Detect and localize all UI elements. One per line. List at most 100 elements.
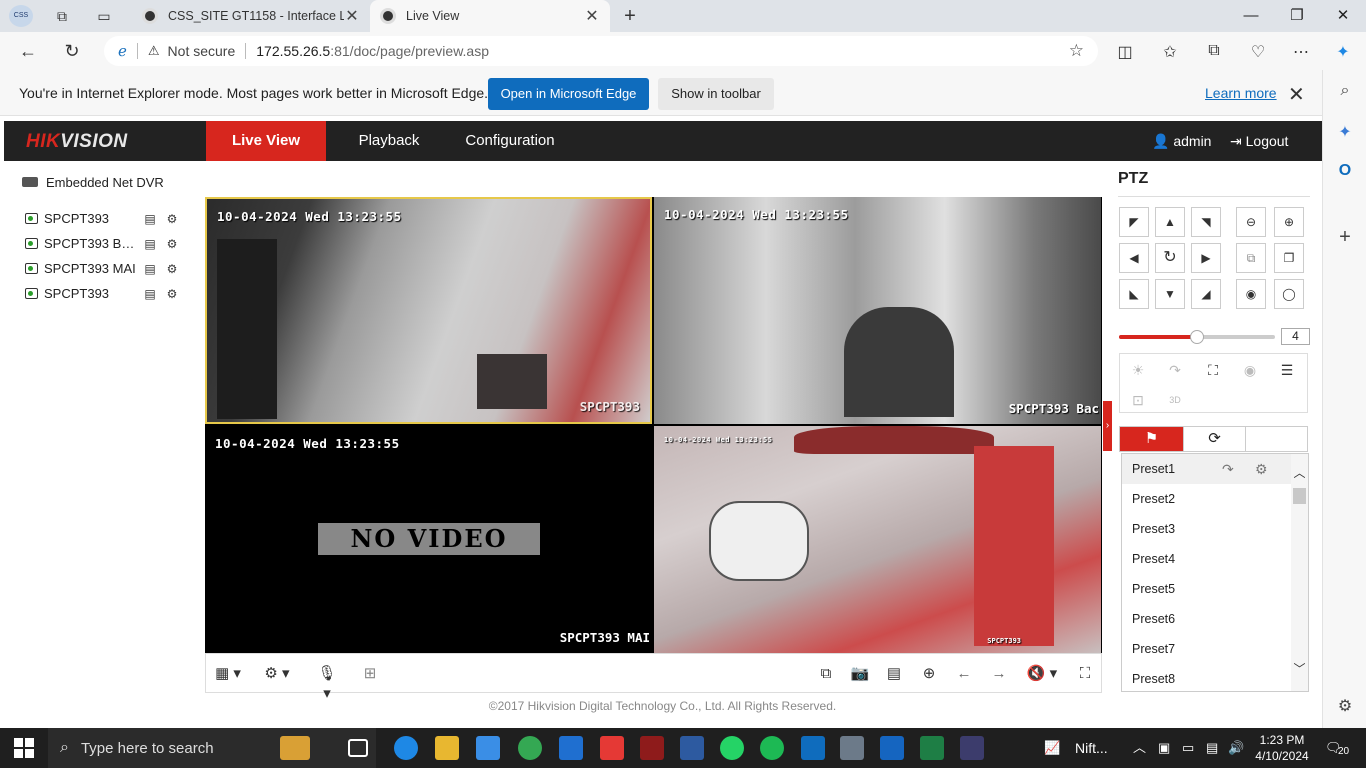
nav-configuration[interactable]: Configuration <box>454 121 566 161</box>
favorite-star-icon[interactable]: ☆ <box>1069 41 1084 61</box>
outlook-icon[interactable]: O <box>1335 162 1355 182</box>
tab-pattern[interactable] <box>1246 427 1309 451</box>
nav-playback[interactable]: Playback <box>344 121 434 161</box>
security-status[interactable]: Not secure <box>168 43 236 59</box>
device-root[interactable]: Embedded Net DVR <box>22 174 192 190</box>
stock-ticker[interactable]: Nift... <box>1075 728 1108 768</box>
url-field[interactable]: ℯ ⚠ Not secure 172.55.26.5:81/doc/page/p… <box>104 36 1098 66</box>
settings-icon[interactable]: ⚙ <box>1335 696 1355 716</box>
close-tab-icon[interactable]: ✕ <box>584 6 600 26</box>
more-options-icon[interactable]: ⋯ <box>1290 42 1312 62</box>
ptz-down-right-icon[interactable]: ◢ <box>1191 279 1221 309</box>
next-page-icon[interactable]: → <box>989 664 1009 684</box>
tab-preset[interactable]: ⚑ <box>1120 427 1183 451</box>
performance-icon[interactable]: ♡ <box>1247 42 1269 62</box>
ptz-down-icon[interactable]: ▼ <box>1155 279 1185 309</box>
copilot-sidebar-icon[interactable]: ✦ <box>1335 122 1355 142</box>
close-icon[interactable]: ✕ <box>1288 82 1305 107</box>
ptz-up-left-icon[interactable]: ◤ <box>1119 207 1149 237</box>
channel-item[interactable]: SPCPT393 Back ▤ ⚙ <box>22 231 192 256</box>
call-preset-icon[interactable]: ↷ <box>1222 454 1234 484</box>
preset-item[interactable]: Preset1 ↷ ⚙ <box>1122 454 1292 484</box>
spotify-icon[interactable] <box>760 736 784 760</box>
manual-track-icon[interactable]: ⊡ <box>1128 390 1148 410</box>
tab-interface-list[interactable]: CSS_SITE GT1158 - Interface List ✕ <box>132 0 370 32</box>
favorites-icon[interactable]: ✩ <box>1159 42 1181 62</box>
video-window-1[interactable]: 10-04-2024 Wed 13:23:55 SPCPT393 <box>205 197 652 424</box>
set-preset-icon[interactable]: ⚙ <box>1255 454 1268 484</box>
outlook-app-icon[interactable] <box>801 736 825 760</box>
channel-item[interactable]: SPCPT393 ▤ ⚙ <box>22 281 192 306</box>
tab-actions-icon[interactable]: ▭ <box>94 6 114 26</box>
volume-muted-icon[interactable]: 🔇 ▾ <box>1024 664 1060 684</box>
minimize-icon[interactable]: — <box>1228 0 1274 32</box>
excel-icon[interactable] <box>920 736 944 760</box>
url-text[interactable]: 172.55.26.5:81/doc/page/preview.asp <box>256 43 489 59</box>
refresh-icon[interactable]: ↻ <box>60 40 84 62</box>
ptz-up-right-icon[interactable]: ◥ <box>1191 207 1221 237</box>
new-tab-icon[interactable]: + <box>620 6 640 26</box>
logout-button[interactable]: ⇥ Logout <box>1230 133 1288 150</box>
add-icon[interactable]: + <box>1335 226 1355 248</box>
ie-mode-icon[interactable]: ℯ <box>118 42 127 60</box>
stream-settings-icon[interactable]: ⚙ <box>164 237 180 251</box>
auxiliary-focus-icon[interactable]: ⛶ <box>1203 360 1223 380</box>
channel-item[interactable]: SPCPT393 MAI ▤ ⚙ <box>22 256 192 281</box>
fullscreen-icon[interactable]: ⛶ <box>1075 664 1095 684</box>
preset-item[interactable]: Preset8 <box>1122 664 1292 691</box>
channel-item[interactable]: SPCPT393 ▤ ⚙ <box>22 206 192 231</box>
remote-desktop-icon[interactable] <box>840 736 864 760</box>
ptz-auto-icon[interactable]: ↻ <box>1155 243 1185 273</box>
focus-near-icon[interactable]: ⧉ <box>1236 243 1266 273</box>
wiper-icon[interactable]: ↷ <box>1165 360 1185 380</box>
video-window-3[interactable]: 10-04-2024 Wed 13:23:55 NO VIDEO SPCPT39… <box>205 426 652 653</box>
scroll-down-icon[interactable]: ﹀ <box>1291 660 1308 677</box>
preset-item[interactable]: Preset7 <box>1122 634 1292 664</box>
multi-view-icon[interactable]: ⧉ <box>816 664 836 684</box>
slider-thumb[interactable] <box>1190 330 1204 344</box>
stream-settings-icon[interactable]: ⚙ <box>164 262 180 276</box>
record-icon[interactable]: ▤ <box>884 664 904 684</box>
preset-item[interactable]: Preset3 <box>1122 514 1292 544</box>
record-icon[interactable]: ▤ <box>142 237 158 251</box>
focus-far-icon[interactable]: ❐ <box>1274 243 1304 273</box>
back-icon[interactable]: ← <box>16 40 40 62</box>
collections-icon[interactable]: ⧉ <box>1203 42 1225 62</box>
nav-live-view[interactable]: Live View <box>206 121 326 161</box>
window-layout-icon[interactable]: ▦ ▾ <box>213 664 243 684</box>
video-window-4[interactable]: 10-04-2024 Wed 13:23:55 SPCPT393 <box>654 426 1101 653</box>
iris-close-icon[interactable]: ◯ <box>1274 279 1304 309</box>
scroll-thumb[interactable] <box>1293 488 1306 504</box>
app-76-icon[interactable] <box>640 736 664 760</box>
vs-code-icon[interactable] <box>880 736 904 760</box>
ptz-down-left-icon[interactable]: ◣ <box>1119 279 1149 309</box>
close-tab-icon[interactable]: ✕ <box>344 6 360 26</box>
tab-patrol[interactable]: ⟳ <box>1183 427 1246 451</box>
stream-settings-icon[interactable]: ⚙ <box>164 212 180 226</box>
lens-init-icon[interactable]: ◉ <box>1240 360 1260 380</box>
windows-start-icon[interactable] <box>14 738 34 758</box>
whatsapp-icon[interactable] <box>720 736 744 760</box>
show-in-toolbar-button[interactable]: Show in toolbar <box>658 78 774 110</box>
preset-scrollbar[interactable]: ︿ ﹀ <box>1291 454 1308 691</box>
ptz-up-icon[interactable]: ▲ <box>1155 207 1185 237</box>
record-icon[interactable]: ▤ <box>142 262 158 276</box>
zoom-in-icon[interactable]: ⊕ <box>1274 207 1304 237</box>
ptz-speed-slider[interactable] <box>1119 330 1275 344</box>
ptz-speed-value[interactable]: 4 <box>1281 328 1310 345</box>
search-icon[interactable]: ⌕ <box>1335 82 1355 102</box>
menu-icon[interactable]: ☰ <box>1277 360 1297 380</box>
volume-icon[interactable]: 🔊 <box>1228 728 1244 768</box>
video-window-2[interactable]: 10-04-2024 Wed 13:23:55 SPCPT393 Bac <box>654 197 1101 424</box>
tab-live-view[interactable]: Live View ✕ <box>370 0 610 32</box>
network-icon[interactable]: ▤ <box>1206 728 1218 768</box>
preset-item[interactable]: Preset2 <box>1122 484 1292 514</box>
close-window-icon[interactable]: ✕ <box>1320 0 1366 32</box>
profile-icon[interactable]: CSS <box>9 5 33 27</box>
news-icon[interactable] <box>680 736 704 760</box>
zoom-out-icon[interactable]: ⊖ <box>1236 207 1266 237</box>
battery-icon[interactable]: ▭ <box>1182 728 1194 768</box>
restore-icon[interactable]: ❐ <box>1274 0 1320 32</box>
learn-more-link[interactable]: Learn more <box>1205 85 1277 101</box>
split-screen-icon[interactable]: ◫ <box>1114 42 1136 62</box>
